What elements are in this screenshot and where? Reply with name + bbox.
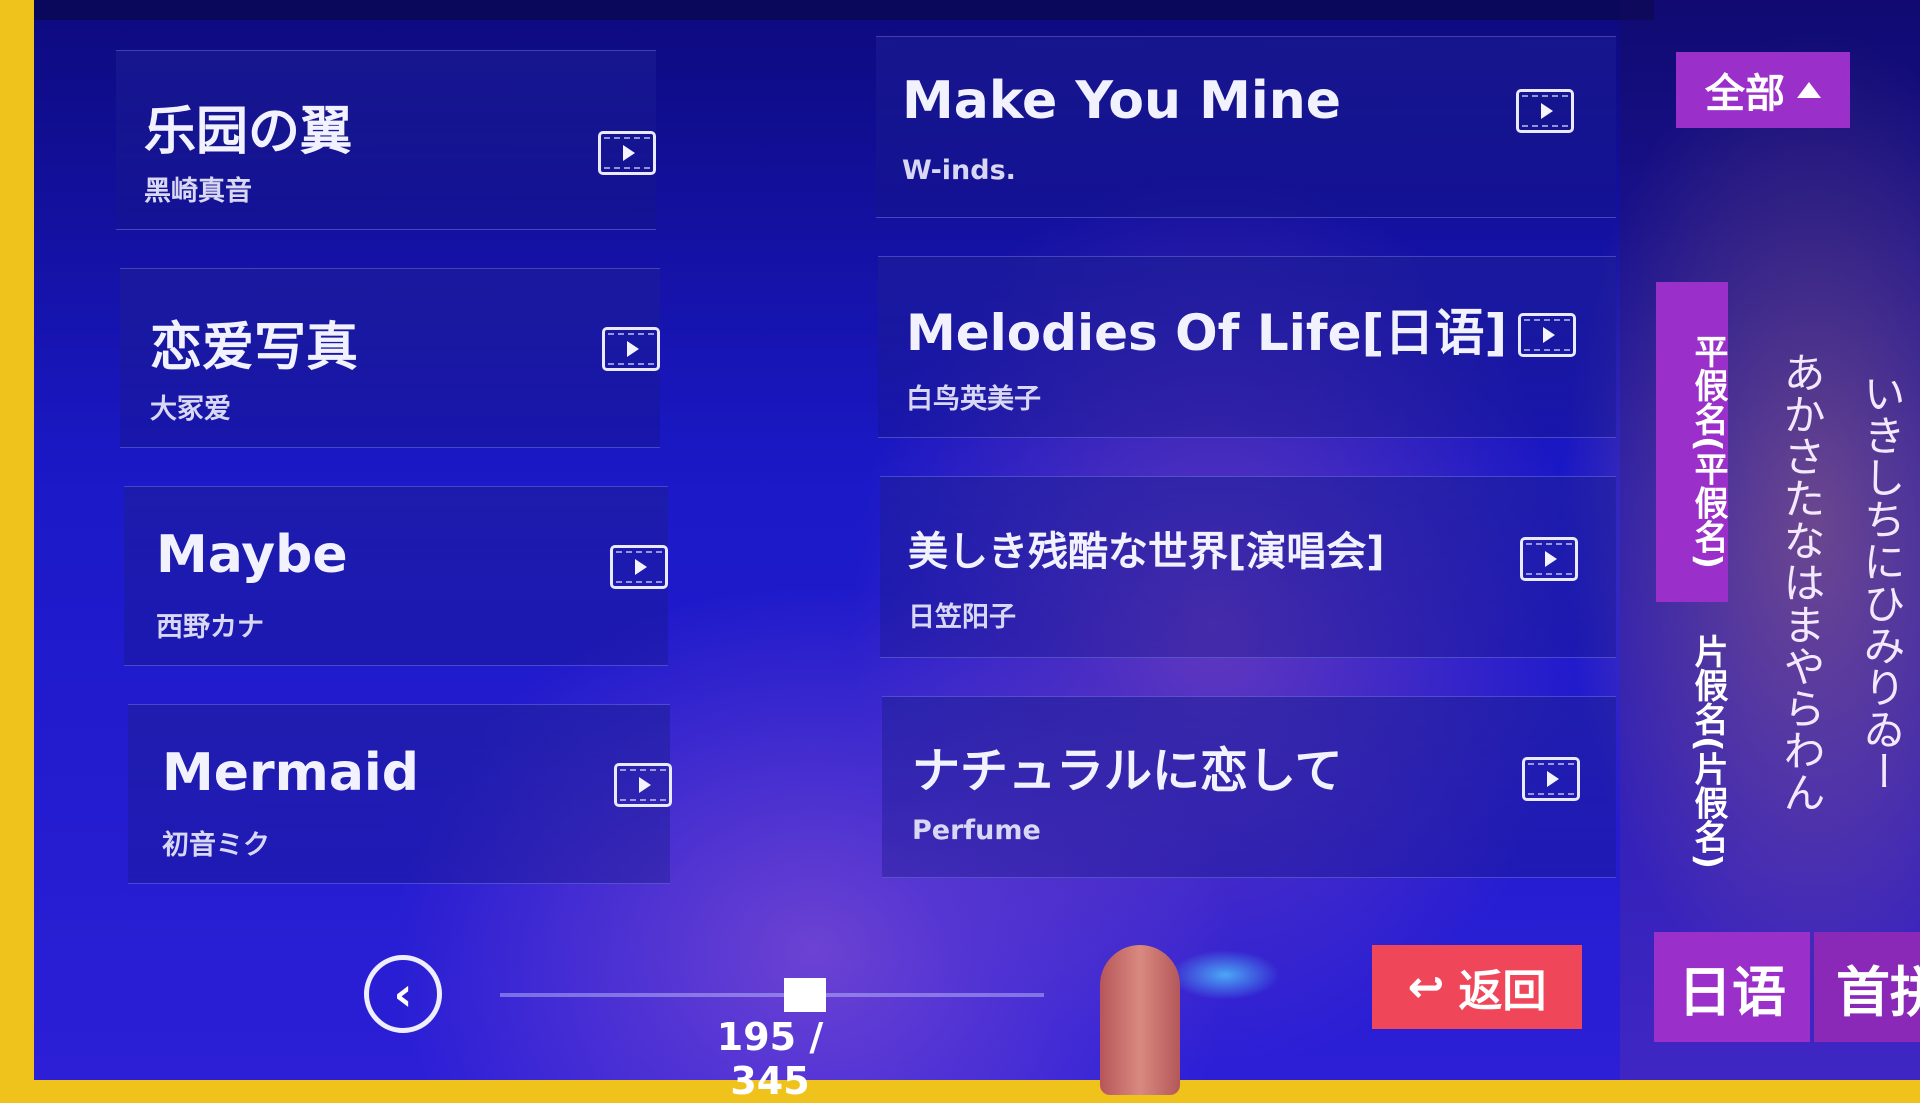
triangle-up-icon — [1797, 82, 1821, 98]
return-label: 返回 — [1458, 966, 1547, 1017]
video-icon[interactable] — [614, 763, 672, 807]
chevron-left-icon: ‹ — [393, 967, 413, 1021]
tab-japanese-label: 日语 — [1678, 960, 1786, 1024]
song-title: 恋爱写真 — [150, 318, 359, 378]
video-icon[interactable] — [598, 131, 656, 175]
song-artist: 大冢爱 — [150, 394, 231, 425]
tab-katakana-label: 片假名(片假名) — [1688, 634, 1728, 870]
video-icon[interactable] — [1516, 89, 1574, 133]
tab-pinyin[interactable]: 首拼 — [1814, 932, 1920, 1042]
video-icon[interactable] — [602, 327, 660, 371]
song-card[interactable]: 乐园の翼 黑崎真音 — [116, 50, 656, 230]
song-title: Make You Mine — [902, 71, 1341, 131]
tab-japanese[interactable]: 日语 — [1654, 932, 1810, 1042]
song-title: Mermaid — [162, 743, 419, 803]
song-artist: 日笠阳子 — [908, 602, 1016, 633]
song-artist: 西野カナ — [156, 612, 264, 643]
touch-glow — [1170, 950, 1280, 1000]
song-card[interactable]: Maybe 西野カナ — [124, 486, 668, 666]
song-artist: 白鸟英美子 — [906, 384, 1041, 415]
page-slider-track[interactable] — [500, 993, 1044, 997]
filter-all-label: 全部 — [1705, 71, 1785, 117]
song-artist: 初音ミク — [162, 830, 270, 861]
return-arrow-icon: ↩ — [1407, 961, 1445, 1013]
page-slider-thumb[interactable] — [784, 978, 826, 1012]
song-card[interactable]: Make You Mine W-inds. — [876, 36, 1616, 218]
page-counter: 195 / 345 — [716, 1015, 824, 1103]
top-strip — [34, 0, 1654, 20]
kana-column-i[interactable]: いきしちにひみりゐー — [1848, 292, 1908, 872]
video-icon[interactable] — [1522, 757, 1580, 801]
tab-pinyin-label: 首拼 — [1836, 960, 1920, 1024]
song-artist: Perfume — [912, 815, 1041, 846]
song-card[interactable]: Mermaid 初音ミク — [128, 704, 672, 884]
tab-hiragana[interactable]: 平假名(平假名) — [1656, 282, 1728, 602]
video-icon[interactable] — [1518, 313, 1576, 357]
song-title: 美しき残酷な世界[演唱会] — [908, 529, 1385, 575]
user-finger — [1100, 945, 1180, 1095]
song-artist: W-inds. — [902, 155, 1016, 186]
kana-column-i-text: いきしちにひみりゐー — [1857, 372, 1906, 792]
kana-column-a-text: あかさたなはまやらわん — [1777, 351, 1826, 813]
song-card[interactable]: ナチュラルに恋して Perfume — [882, 696, 1616, 878]
song-title: 乐园の翼 — [144, 102, 353, 162]
song-card[interactable]: 美しき残酷な世界[演唱会] 日笠阳子 — [880, 476, 1616, 658]
video-icon[interactable] — [1520, 537, 1578, 581]
filter-all-button[interactable]: 全部 — [1676, 52, 1850, 128]
song-title: Maybe — [156, 525, 348, 585]
song-card[interactable]: Melodies Of Life[日语] 白鸟英美子 — [878, 256, 1616, 438]
song-artist: 黑崎真音 — [144, 176, 252, 207]
tab-hiragana-label: 平假名(平假名) — [1688, 334, 1728, 570]
song-title: Melodies Of Life[日语] — [906, 304, 1508, 362]
tab-katakana[interactable]: 片假名(片假名) — [1656, 602, 1728, 902]
song-title: ナチュラルに恋して — [912, 743, 1343, 799]
previous-page-button[interactable]: ‹ — [364, 955, 442, 1033]
video-icon[interactable] — [610, 545, 668, 589]
kana-column-a[interactable]: あかさたなはまやらわん — [1768, 292, 1828, 872]
song-card[interactable]: 恋爱写真 大冢爱 — [120, 268, 660, 448]
return-button[interactable]: ↩ 返回 — [1372, 945, 1582, 1029]
